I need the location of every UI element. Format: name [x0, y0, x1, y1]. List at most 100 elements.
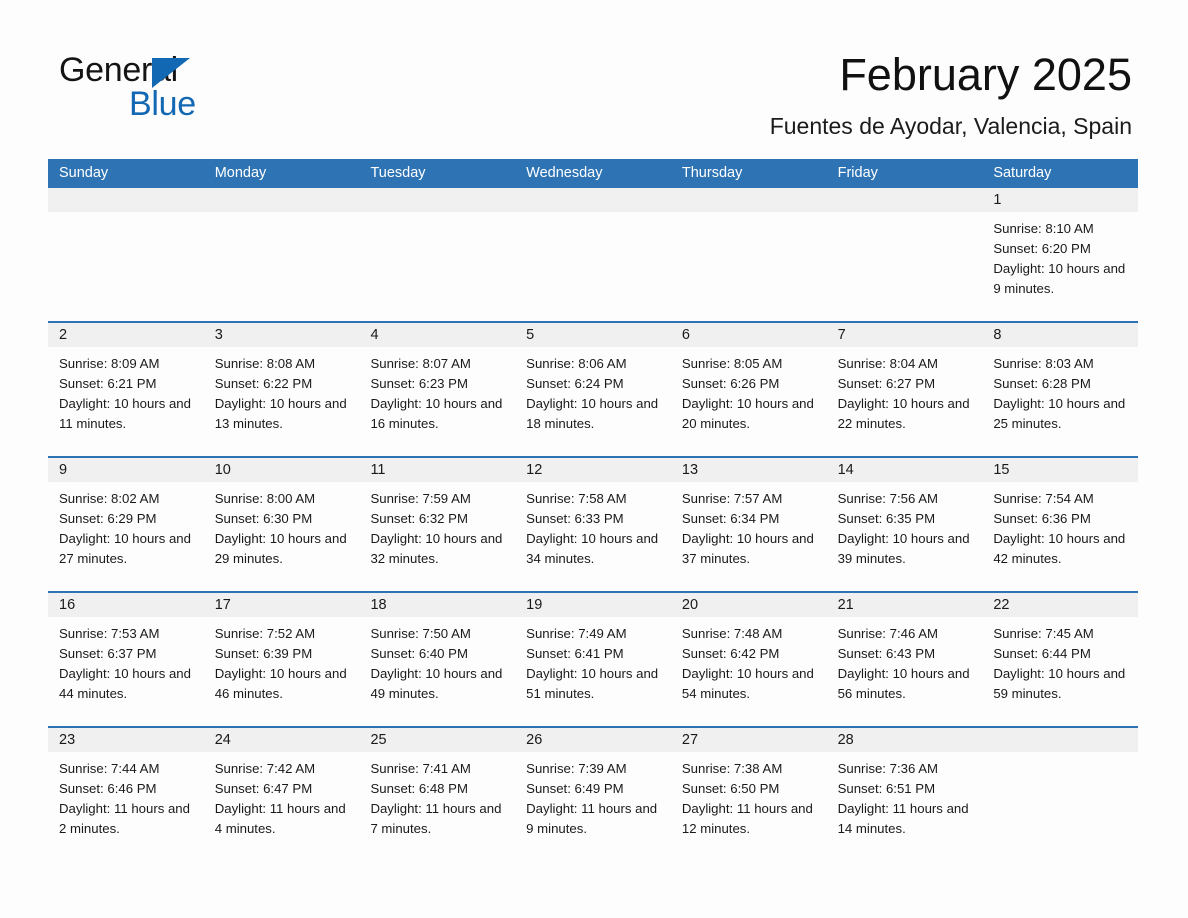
day-cell[interactable]: 1 Sunrise: 8:10 AM Sunset: 6:20 PM Daylight…: [982, 188, 1139, 321]
sunrise-text: Sunrise: 7:41 AM: [370, 761, 471, 776]
daylight-text: Daylight: 10 hours and 11 minutes.: [59, 396, 191, 431]
day-cell[interactable]: 15 Sunrise: 7:54 AM Sunset: 6:36 PM Dayligh…: [982, 458, 1139, 591]
day-number: 12: [526, 462, 543, 478]
day-cell[interactable]: 10 Sunrise: 8:00 AM Sunset: 6:30 PM Dayligh…: [203, 458, 360, 591]
day-number-band: 6: [670, 323, 827, 347]
general-blue-logo[interactable]: General Blue: [59, 50, 389, 130]
day-number-band: 18: [359, 593, 516, 617]
day-number-band: 24: [203, 728, 360, 752]
day-cell[interactable]: 20 Sunrise: 7:48 AM Sunset: 6:42 PM Dayligh…: [670, 593, 827, 726]
calendar-week-row: 2 Sunrise: 8:09 AM Sunset: 6:21 PM Daylight…: [48, 321, 1139, 456]
sunset-text: Sunset: 6:22 PM: [214, 376, 313, 391]
day-info: Sunrise: 7:58 AM Sunset: 6:33 PM Daylight:…: [515, 482, 671, 569]
sunrise-text: Sunrise: 8:06 AM: [526, 356, 627, 371]
day-cell[interactable]: 9 Sunrise: 8:02 AM Sunset: 6:29 PM Daylight…: [48, 458, 204, 591]
day-info: Sunrise: 8:08 AM Sunset: 6:22 PM Daylight:…: [204, 347, 360, 434]
daylight-text: Daylight: 10 hours and 16 minutes.: [370, 396, 503, 431]
day-number-band: 12: [515, 458, 671, 482]
sunrise-text: Sunrise: 7:38 AM: [681, 761, 783, 776]
daylight-text: Daylight: 10 hours and 22 minutes.: [837, 396, 970, 431]
daylight-text: Daylight: 10 hours and 34 minutes.: [526, 531, 659, 566]
day-info: Sunrise: 7:52 AM Sunset: 6:39 PM Daylight:…: [204, 617, 360, 704]
daylight-text: Daylight: 11 hours and 2 minutes.: [59, 801, 190, 836]
sunset-text: Sunset: 6:41 PM: [526, 646, 624, 661]
sunset-text: Sunset: 6:27 PM: [837, 376, 936, 391]
sunrise-text: Sunrise: 7:54 AM: [993, 491, 1094, 506]
daylight-text: Daylight: 10 hours and 51 minutes.: [526, 666, 659, 701]
day-cell[interactable]: 6 Sunrise: 8:05 AM Sunset: 6:26 PM Daylight…: [670, 323, 827, 456]
day-cell[interactable]: 13 Sunrise: 7:57 AM Sunset: 6:34 PM Dayligh…: [670, 458, 827, 591]
daylight-text: Daylight: 10 hours and 39 minutes.: [837, 531, 970, 566]
day-number-band: [203, 188, 360, 212]
day-number-band: 22: [982, 593, 1139, 617]
day-cell-empty: [203, 188, 360, 321]
day-cell-empty: [670, 188, 827, 321]
day-number: 24: [214, 732, 231, 748]
day-number-band: 26: [515, 728, 671, 752]
day-cell[interactable]: 16 Sunrise: 7:53 AM Sunset: 6:37 PM Dayligh…: [48, 593, 204, 726]
sunset-text: Sunset: 6:26 PM: [681, 376, 780, 391]
day-cell[interactable]: 17 Sunrise: 7:52 AM Sunset: 6:39 PM Dayligh…: [203, 593, 360, 726]
day-cell[interactable]: 24 Sunrise: 7:42 AM Sunset: 6:47 PM Dayligh…: [203, 728, 360, 861]
sunset-text: Sunset: 6:46 PM: [59, 781, 157, 796]
weekday-header-friday: Friday: [837, 165, 878, 181]
calendar-weeks: 1 Sunrise: 8:10 AM Sunset: 6:20 PM Daylight…: [48, 188, 1139, 861]
day-cell[interactable]: 2 Sunrise: 8:09 AM Sunset: 6:21 PM Daylight…: [48, 323, 204, 456]
day-number: 11: [370, 462, 386, 478]
day-cell[interactable]: 7 Sunrise: 8:04 AM Sunset: 6:27 PM Daylight…: [826, 323, 983, 456]
day-number: 1: [993, 192, 1002, 208]
day-number-band: 7: [826, 323, 983, 347]
day-cell[interactable]: 23 Sunrise: 7:44 AM Sunset: 6:46 PM Dayligh…: [48, 728, 204, 861]
daylight-text: Daylight: 11 hours and 4 minutes.: [214, 801, 346, 836]
day-info: Sunrise: 7:53 AM Sunset: 6:37 PM Daylight:…: [48, 617, 204, 704]
day-info: Sunrise: 7:42 AM Sunset: 6:47 PM Daylight:…: [204, 752, 360, 839]
sunrise-text: Sunrise: 7:46 AM: [837, 626, 939, 641]
day-info: Sunrise: 8:05 AM Sunset: 6:26 PM Daylight:…: [671, 347, 827, 434]
day-cell-empty: [48, 188, 204, 321]
day-number: 14: [837, 462, 854, 478]
day-cell[interactable]: 4 Sunrise: 8:07 AM Sunset: 6:23 PM Daylight…: [359, 323, 516, 456]
day-cell[interactable]: 5 Sunrise: 8:06 AM Sunset: 6:24 PM Daylight…: [515, 323, 671, 456]
day-cell-empty: [359, 188, 516, 321]
day-cell[interactable]: 27 Sunrise: 7:38 AM Sunset: 6:50 PM Dayligh…: [670, 728, 827, 861]
daylight-text: Daylight: 10 hours and 29 minutes.: [214, 531, 347, 566]
day-cell[interactable]: 3 Sunrise: 8:08 AM Sunset: 6:22 PM Daylight…: [203, 323, 360, 456]
title-block: February 2025 Fuentes de Ayodar, Valenci…: [770, 48, 1132, 141]
day-cell[interactable]: 25 Sunrise: 7:41 AM Sunset: 6:48 PM Dayligh…: [359, 728, 516, 861]
day-number-band: [826, 188, 983, 212]
day-info: Sunrise: 8:02 AM Sunset: 6:29 PM Daylight:…: [48, 482, 204, 569]
calendar-week-row: 23 Sunrise: 7:44 AM Sunset: 6:46 PM Dayligh…: [48, 726, 1139, 861]
sunset-text: Sunset: 6:35 PM: [837, 511, 936, 526]
day-info: Sunrise: 7:44 AM Sunset: 6:46 PM Daylight:…: [48, 752, 204, 839]
day-cell[interactable]: 28 Sunrise: 7:36 AM Sunset: 6:51 PM Dayligh…: [826, 728, 983, 861]
day-cell[interactable]: 26 Sunrise: 7:39 AM Sunset: 6:49 PM Dayligh…: [515, 728, 671, 861]
day-number: 8: [993, 327, 1002, 343]
daylight-text: Daylight: 10 hours and 20 minutes.: [681, 396, 814, 431]
day-number-band: 19: [515, 593, 671, 617]
day-info: Sunrise: 7:50 AM Sunset: 6:40 PM Daylight:…: [359, 617, 515, 704]
day-cell[interactable]: 8 Sunrise: 8:03 AM Sunset: 6:28 PM Daylight…: [982, 323, 1139, 456]
day-number: 22: [993, 597, 1010, 613]
day-info: Sunrise: 7:49 AM Sunset: 6:41 PM Daylight:…: [515, 617, 671, 704]
day-info: Sunrise: 8:03 AM Sunset: 6:28 PM Daylight:…: [982, 347, 1138, 434]
day-cell[interactable]: 12 Sunrise: 7:58 AM Sunset: 6:33 PM Dayligh…: [515, 458, 671, 591]
daylight-text: Daylight: 10 hours and 13 minutes.: [214, 396, 347, 431]
calendar-week-row: 16 Sunrise: 7:53 AM Sunset: 6:37 PM Dayligh…: [48, 591, 1139, 726]
day-number: 9: [59, 462, 68, 478]
day-number: 23: [59, 732, 76, 748]
day-number-band: 13: [670, 458, 827, 482]
sunrise-text: Sunrise: 7:50 AM: [370, 626, 471, 641]
day-cell-empty: [826, 188, 983, 321]
day-cell[interactable]: 18 Sunrise: 7:50 AM Sunset: 6:40 PM Dayligh…: [359, 593, 516, 726]
day-cell[interactable]: 11 Sunrise: 7:59 AM Sunset: 6:32 PM Dayligh…: [359, 458, 516, 591]
day-number: 28: [837, 732, 854, 748]
day-cell[interactable]: 22 Sunrise: 7:45 AM Sunset: 6:44 PM Dayligh…: [982, 593, 1139, 726]
day-cell[interactable]: 21 Sunrise: 7:46 AM Sunset: 6:43 PM Dayligh…: [826, 593, 983, 726]
weekday-header-tuesday: Tuesday: [370, 165, 426, 181]
day-cell[interactable]: 14 Sunrise: 7:56 AM Sunset: 6:35 PM Dayligh…: [826, 458, 983, 591]
day-number-band: 15: [982, 458, 1139, 482]
day-cell[interactable]: 19 Sunrise: 7:49 AM Sunset: 6:41 PM Dayligh…: [515, 593, 671, 726]
day-number-band: 2: [48, 323, 204, 347]
day-info: Sunrise: 7:48 AM Sunset: 6:42 PM Daylight:…: [671, 617, 827, 704]
day-number-band: 3: [203, 323, 360, 347]
